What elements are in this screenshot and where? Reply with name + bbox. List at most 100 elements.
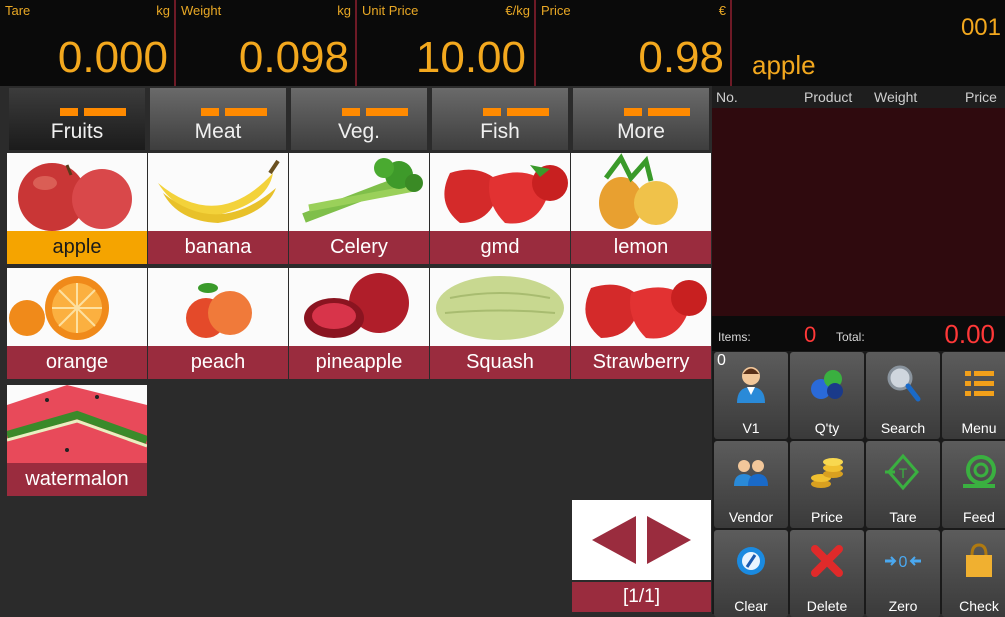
clear-icon [737,547,765,575]
menu-button[interactable]: Menu [942,352,1005,439]
clear-button[interactable]: Clear [714,530,788,617]
product-name: Celery [289,231,429,264]
prev-page-icon[interactable] [592,516,636,564]
product-tile-banana[interactable]: banana [148,153,288,267]
product-tile-lemon[interactable]: lemon [571,153,711,267]
product-name: pineapple [289,346,429,379]
product-panel: Fruits Meat Veg. Fish More apple banana … [0,86,712,614]
delete-button[interactable]: Delete [790,530,864,617]
peach-image [148,268,288,346]
column-header-no: No. [716,89,738,105]
vendor-v1-button[interactable]: 0 V1 [714,352,788,439]
menu-icon [965,371,994,396]
product-tile-celery[interactable]: Celery [289,153,429,267]
next-page-icon[interactable] [647,516,691,564]
category-label: More [617,120,665,143]
product-tile-watermalon[interactable]: watermalon [7,385,147,499]
price-value: 0.98 [638,33,724,82]
feed-button[interactable]: Feed [942,441,1005,528]
category-tab-more[interactable]: More [573,88,709,150]
pineapple-image [571,153,711,231]
price-unit: € [718,3,726,18]
key-label: Clear [734,598,768,614]
tare-button[interactable]: T Tare [866,441,940,528]
page-indicator: [1/1] [572,582,711,612]
key-label: Menu [961,420,997,436]
product-name: orange [7,346,147,379]
category-indicator-icon [342,108,408,116]
product-name: gmd [430,231,570,264]
product-name: apple [7,231,147,264]
receipt-list[interactable] [712,108,1005,316]
key-label: Vendor [728,509,774,525]
feed-icon [963,455,996,488]
receipt-table-header: No. Product Weight Price [712,86,1005,108]
search-button[interactable]: Search [866,352,940,439]
product-name: Squash [430,346,570,379]
coins-icon [811,458,843,488]
category-tab-meat[interactable]: Meat [150,88,286,150]
strawberry-image [571,268,711,346]
category-tab-fish[interactable]: Fish [432,88,568,150]
price-label: Price [541,3,571,18]
column-header-product: Product [804,89,853,105]
zero-icon: 0 [885,554,921,571]
unit-price-unit: €/kg [505,3,530,18]
key-label: Tare [889,509,917,525]
product-tile-apple[interactable]: apple [7,153,147,267]
total-label: Total: [836,330,865,344]
weight-value: 0.098 [238,33,349,82]
key-label: Search [880,420,926,436]
category-tab-veg[interactable]: Veg. [291,88,427,150]
scale-display: Tare kg 0.000 Weight kg 0.098 Unit Price… [0,0,1005,86]
product-name: watermalon [7,463,147,496]
category-indicator-icon [624,108,690,116]
receipt-totals: Items: 0 Total: 0.00 [712,316,1005,351]
product-tile-orange[interactable]: orange [7,268,147,382]
check-button[interactable]: Check [942,530,1005,617]
category-tab-fruits[interactable]: Fruits [9,88,145,150]
items-count: 0 [804,322,817,347]
user-icon [737,367,765,403]
shopping-bag-icon [966,543,992,577]
product-tile-strawberry[interactable]: Strawberry [571,268,711,382]
product-name: banana [148,231,288,264]
pagination: [1/1] [572,500,711,612]
product-tile-squash[interactable]: Squash [430,268,570,382]
search-icon [887,365,921,402]
key-label: V1 [742,420,760,436]
unit-price-label: Unit Price [362,3,419,18]
product-tile-gmd[interactable]: gmd [430,153,570,267]
svg-text:0: 0 [899,554,908,571]
product-name: lemon [571,231,711,264]
product-name: peach [148,346,288,379]
key-label: Price [811,509,843,525]
category-indicator-icon [201,108,267,116]
product-tile-pineapple[interactable]: pineapple [289,268,429,382]
category-indicator-icon [483,108,549,116]
svg-text:T: T [899,465,908,481]
orange-image [7,268,147,346]
v1-badge: 0 [717,352,726,369]
unit-price-value: 10.00 [415,33,526,82]
zero-button[interactable]: 0 Zero [866,530,940,617]
key-label: Feed [963,509,995,525]
product-tile-peach[interactable]: peach [148,268,288,382]
squash-image [430,268,570,346]
vendor-button[interactable]: Vendor [714,441,788,528]
plu-number: 001 [960,14,1001,41]
quantity-icon [811,370,843,399]
product-name: Strawberry [571,346,711,379]
tare-label: Tare [5,3,31,18]
category-label: Veg. [337,120,381,143]
tare-icon: T [885,453,919,491]
category-label: Meat [194,120,242,143]
price-button[interactable]: Price [790,441,864,528]
key-label: Q'ty [814,420,840,436]
watermelon-image [7,385,147,463]
banana-image [148,153,288,231]
delete-icon [811,545,843,577]
page-arrows [572,500,711,580]
pomegranate-image [289,268,429,346]
quantity-button[interactable]: Q'ty [790,352,864,439]
